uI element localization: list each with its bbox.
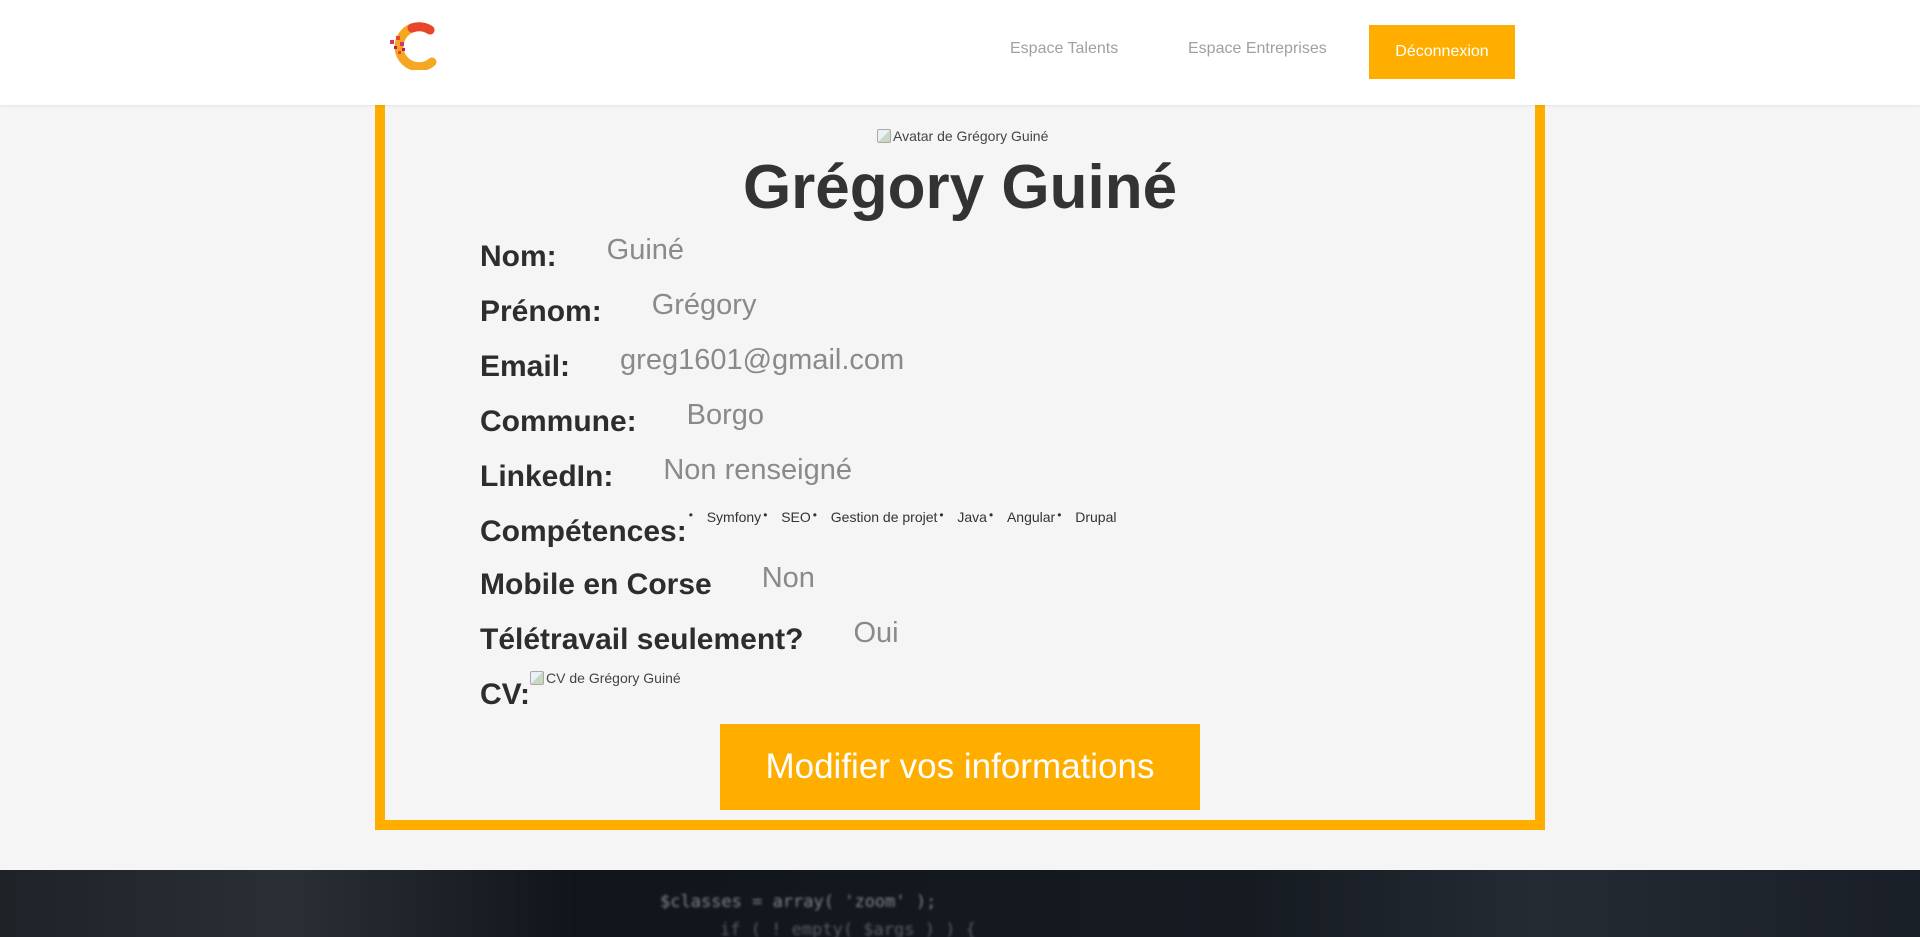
- skill-item: Java: [937, 508, 987, 525]
- footer-code-line: $classes = array( 'zoom' );: [660, 892, 937, 912]
- broken-image-icon: [530, 671, 545, 685]
- field-value: greg1601@gmail.com: [620, 344, 905, 376]
- footer-background: $classes = array( 'zoom' ); if ( ! empty…: [0, 870, 1920, 937]
- cv-image[interactable]: CV de Grégory Guiné: [530, 670, 681, 686]
- edit-profile-button[interactable]: Modifier vos informations: [720, 724, 1200, 810]
- avatar-image: Avatar de Grégory Guiné: [877, 128, 1048, 144]
- field-label: Compétences:: [480, 515, 687, 548]
- field-mobile-corse: Mobile en Corse Non: [480, 562, 815, 602]
- skill-item: SEO: [761, 508, 811, 525]
- field-label: Prénom:: [480, 295, 602, 328]
- profile-name: Grégory Guiné: [742, 153, 1178, 222]
- field-label: CV:: [480, 678, 531, 711]
- field-teletravail: Télétravail seulement? Oui: [480, 617, 899, 657]
- field-value: Oui: [853, 617, 899, 649]
- skills-list: Symfony SEO Gestion de projet Java Angul…: [687, 508, 1117, 525]
- footer-code-line: if ( ! empty( $args ) ) {: [720, 920, 976, 937]
- field-prenom: Prénom: Grégory: [480, 289, 756, 329]
- field-competences: Compétences: Symfony SEO Gestion de proj…: [480, 508, 1116, 549]
- skill-item: Angular: [987, 508, 1055, 525]
- field-label: Email:: [480, 350, 571, 383]
- field-label: Télétravail seulement?: [480, 623, 804, 656]
- field-nom: Nom: Guiné: [480, 234, 684, 274]
- skill-item: Symfony: [687, 508, 761, 525]
- field-value: Grégory: [651, 289, 757, 321]
- avatar-alt-text: Avatar de Grégory Guiné: [893, 128, 1049, 144]
- nav-espace-entreprises[interactable]: Espace Entreprises: [1188, 40, 1327, 58]
- field-linkedin: LinkedIn: Non renseigné: [480, 454, 852, 494]
- logout-button[interactable]: Déconnexion: [1369, 25, 1515, 79]
- field-value: Borgo: [686, 399, 765, 431]
- skill-item: Drupal: [1055, 508, 1116, 525]
- nav-espace-talents[interactable]: Espace Talents: [1010, 40, 1118, 58]
- field-label: Nom:: [480, 240, 557, 273]
- field-email: Email: greg1601@gmail.com: [480, 344, 904, 384]
- field-label: Commune:: [480, 405, 637, 438]
- cv-alt-text: CV de Grégory Guiné: [546, 670, 681, 686]
- field-cv: CV: CV de Grégory Guiné: [480, 670, 681, 712]
- field-value: Guiné: [606, 234, 685, 266]
- skill-item: Gestion de projet: [811, 508, 938, 525]
- broken-image-icon: [877, 129, 891, 143]
- site-header: Espace Talents Espace Entreprises Déconn…: [0, 0, 1920, 105]
- site-logo[interactable]: [388, 22, 446, 70]
- field-label: LinkedIn:: [480, 460, 614, 493]
- field-value: Non: [761, 562, 815, 594]
- field-label: Mobile en Corse: [480, 568, 712, 601]
- field-value: Non renseigné: [663, 454, 852, 486]
- field-commune: Commune: Borgo: [480, 399, 764, 439]
